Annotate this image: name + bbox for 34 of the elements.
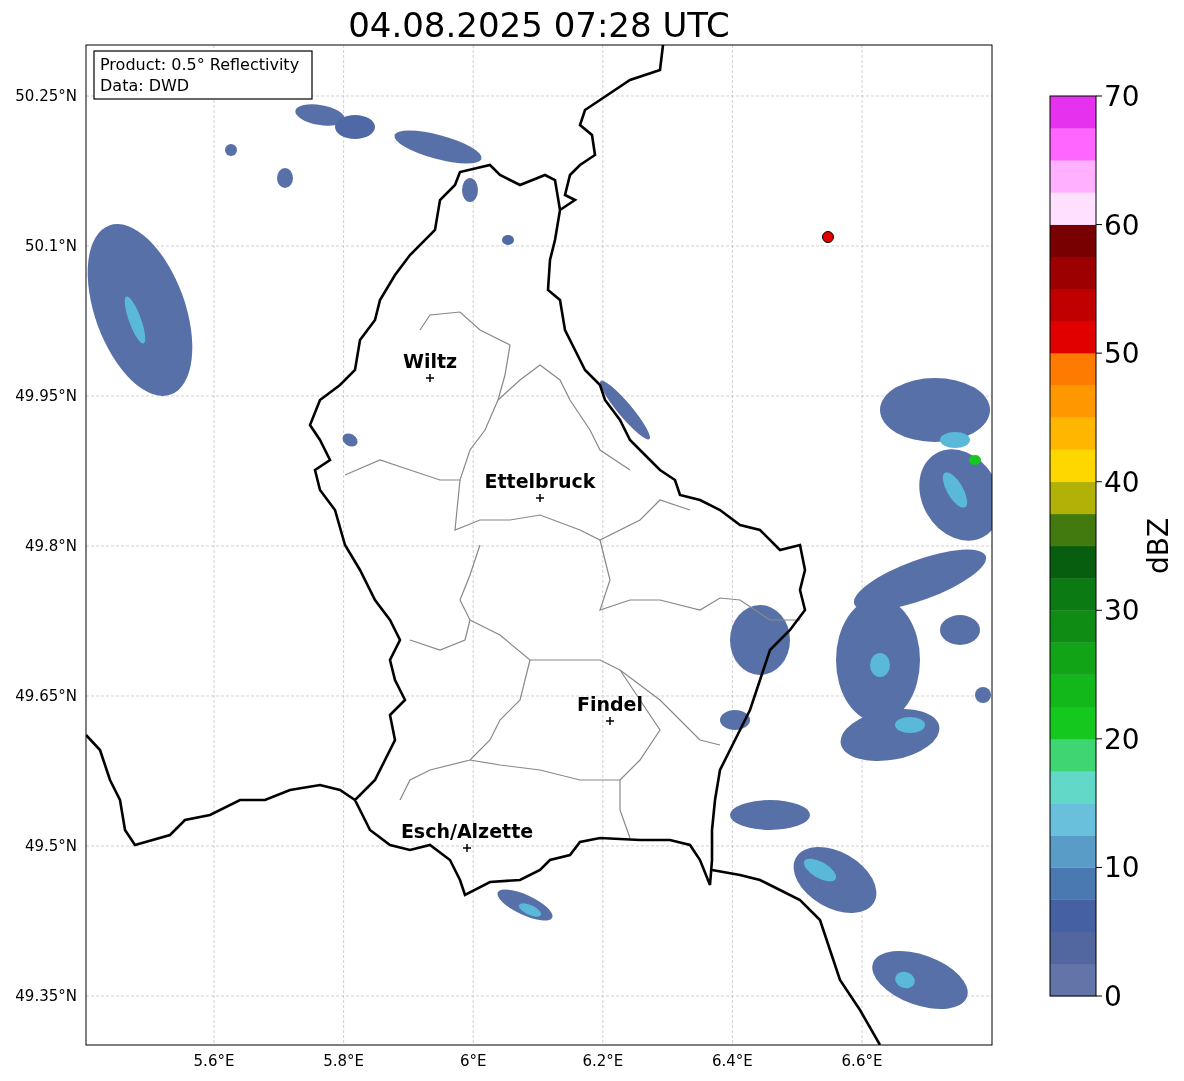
axis-tick-label: 5.6°E	[193, 1052, 235, 1070]
axis-tick-label: 6.2°E	[582, 1052, 624, 1070]
colorbar-tick-label: 20	[1104, 722, 1140, 756]
legend-text: Product: 0.5° Reflectivity	[100, 55, 300, 74]
axis-tick-label: 49.65°N	[15, 687, 77, 705]
city-label: Findel	[577, 693, 643, 715]
axis-tick-label: 50.1°N	[24, 237, 77, 255]
axis-tick-label: 49.35°N	[15, 987, 77, 1005]
colorbar-tick-label: 70	[1104, 80, 1140, 113]
colorbar-tick-label: 10	[1104, 851, 1140, 885]
colorbar-label: dBZ	[1142, 517, 1175, 575]
colorbar-tick-label: 50	[1104, 337, 1140, 371]
axis-tick-label: 49.5°N	[24, 837, 77, 855]
axis-tick-label: 5.8°E	[323, 1052, 364, 1070]
city-label: Ettelbruck	[484, 470, 596, 492]
axis-tick-label: 49.95°N	[15, 387, 77, 405]
city-marker-icon	[535, 493, 545, 503]
station-marker	[822, 231, 834, 243]
axis-tick-label: 6°E	[459, 1052, 487, 1070]
axis-tick-label: 6.4°E	[712, 1052, 753, 1070]
city-marker-icon	[425, 373, 435, 383]
city-label: Esch/Alzette	[400, 820, 534, 842]
colorbar-tick-label: 40	[1104, 465, 1140, 499]
legend-text: Data: DWD	[100, 76, 190, 95]
colorbar-tick-label: 0	[1104, 980, 1122, 1013]
city-marker-icon	[605, 716, 615, 726]
colorbar-tick-label: 60	[1104, 208, 1140, 242]
axis-tick-label: 6.6°E	[841, 1052, 883, 1070]
axis-tick-label: 50.25°N	[15, 87, 77, 105]
city-marker-icon	[462, 843, 472, 853]
chart-title: 04.08.2025 07:28 UTC	[348, 5, 730, 45]
colorbar-tick-label: 30	[1104, 594, 1140, 628]
city-label: Wiltz	[402, 350, 458, 372]
axis-tick-label: 49.8°N	[24, 537, 77, 555]
